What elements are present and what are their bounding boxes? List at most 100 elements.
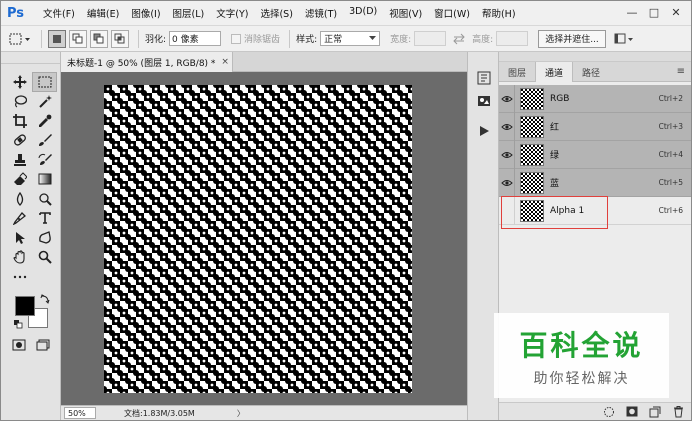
channel-shortcut: Ctrl+3: [658, 122, 683, 131]
watermark-subtitle: 助你轻松解决: [533, 370, 630, 387]
zoom-icon: [38, 250, 52, 264]
magic-wand-icon: [38, 95, 52, 108]
quick-mask-icon[interactable]: [12, 339, 26, 351]
more-tools[interactable]: [7, 267, 32, 287]
channel-row[interactable]: RGB Ctrl+2: [499, 84, 691, 113]
visibility-toggle[interactable]: [499, 84, 515, 113]
dodge-tool[interactable]: [32, 189, 57, 209]
clone-stamp-tool[interactable]: [7, 150, 32, 170]
swap-colors-icon[interactable]: [40, 294, 50, 304]
minimize-button[interactable]: —: [621, 3, 643, 21]
menu-item[interactable]: 3D(D): [343, 6, 383, 20]
marquee-preset-icon: [9, 33, 30, 44]
swap-dimensions-icon[interactable]: [452, 33, 466, 45]
delete-channel-button[interactable]: [671, 405, 685, 418]
crop-tool[interactable]: [7, 111, 32, 131]
dotted-circle-icon: [604, 406, 614, 417]
history-panel-button[interactable]: [474, 69, 494, 87]
channel-row[interactable]: 绿 Ctrl+4: [499, 140, 691, 169]
checker-pattern-image: [104, 85, 412, 393]
path-selection-tool[interactable]: [7, 228, 32, 248]
menu-item[interactable]: 滤镜(T): [299, 6, 343, 20]
ps-logo: Ps: [7, 5, 25, 21]
menu-item[interactable]: 帮助(H): [476, 6, 522, 20]
menu-item[interactable]: 视图(V): [383, 6, 428, 20]
visibility-toggle[interactable]: [499, 112, 515, 141]
menu-item[interactable]: 图像(I): [125, 6, 166, 20]
zoom-level-input[interactable]: 50%: [64, 407, 96, 419]
select-and-mask-button[interactable]: 选择并遮住...: [538, 29, 606, 48]
healing-brush-tool[interactable]: [7, 131, 32, 151]
save-selection-button[interactable]: [625, 406, 639, 418]
new-selection-button[interactable]: [48, 29, 66, 48]
blur-tool[interactable]: [7, 189, 32, 209]
eye-icon: [500, 179, 513, 186]
subtract-selection-button[interactable]: [90, 29, 108, 48]
lasso-tool[interactable]: [7, 92, 32, 112]
document-size-info[interactable]: 文档:1.83M/3.05M: [124, 408, 195, 419]
menu-item[interactable]: 编辑(E): [81, 6, 125, 20]
channel-row[interactable]: 蓝 Ctrl+5: [499, 168, 691, 197]
history-brush-tool[interactable]: [32, 150, 57, 170]
channel-thumbnail: [520, 115, 544, 138]
screen-mode-icon[interactable]: [36, 339, 52, 351]
actions-panel-button[interactable]: [474, 122, 494, 140]
toolbox-grip[interactable]: [1, 52, 60, 64]
custom-shape-tool[interactable]: [32, 228, 57, 248]
magic-wand-tool[interactable]: [32, 92, 57, 112]
workspace-switcher-icon[interactable]: [614, 32, 634, 46]
eraser-tool[interactable]: [7, 170, 32, 190]
load-selection-button[interactable]: [602, 406, 616, 418]
marquee-icon: [38, 76, 51, 88]
gradient-tool[interactable]: [32, 170, 57, 190]
width-input[interactable]: [414, 31, 447, 46]
move-tool[interactable]: [7, 72, 32, 92]
arrow-cursor-icon: [15, 231, 25, 244]
zoom-tool[interactable]: [32, 248, 57, 268]
close-icon[interactable]: ×: [221, 57, 229, 67]
channel-row[interactable]: Alpha 1 Ctrl+6: [499, 196, 691, 225]
maximize-button[interactable]: □: [643, 3, 665, 21]
brush-tool[interactable]: [32, 131, 57, 151]
menu-item[interactable]: 文件(F): [37, 6, 81, 20]
new-channel-button[interactable]: [648, 406, 662, 418]
canvas-area[interactable]: [61, 72, 467, 405]
menu-item[interactable]: 图层(L): [167, 6, 211, 20]
visibility-toggle[interactable]: [499, 196, 515, 225]
tool-preset-picker[interactable]: [5, 29, 35, 49]
default-colors-icon[interactable]: [14, 320, 24, 330]
tab-paths[interactable]: 路径: [573, 62, 609, 82]
close-window-button[interactable]: ✕: [665, 3, 687, 21]
document-tab[interactable]: 未标题-1 @ 50% (图层 1, RGB/8) * ×: [61, 52, 233, 72]
channel-shortcut: Ctrl+4: [658, 150, 683, 159]
menu-item[interactable]: 选择(S): [254, 6, 298, 20]
rectangular-marquee-tool[interactable]: [32, 72, 57, 92]
type-tool[interactable]: [32, 209, 57, 229]
status-menu-arrow[interactable]: 〉: [237, 408, 245, 419]
visibility-toggle[interactable]: [499, 140, 515, 169]
hand-tool[interactable]: [7, 248, 32, 268]
menu-item[interactable]: 窗口(W): [428, 6, 476, 20]
brush-icon: [38, 134, 52, 147]
panel-menu-icon[interactable]: ≡: [677, 66, 685, 77]
eyedropper-icon: [38, 114, 51, 127]
properties-panel-button[interactable]: [474, 92, 494, 110]
add-selection-button[interactable]: [69, 29, 87, 48]
height-input[interactable]: [496, 31, 529, 46]
panel-grip[interactable]: [499, 52, 691, 62]
channel-name: Alpha 1: [550, 205, 585, 216]
pen-tool[interactable]: [7, 209, 32, 229]
antialias-checkbox[interactable]: [231, 33, 242, 44]
document-canvas[interactable]: [104, 85, 412, 393]
tab-channels[interactable]: 通道: [535, 62, 574, 82]
feather-input[interactable]: 0 像素: [169, 31, 222, 46]
channel-row[interactable]: 红 Ctrl+3: [499, 112, 691, 141]
visibility-toggle[interactable]: [499, 168, 515, 197]
channel-shortcut: Ctrl+6: [658, 206, 683, 215]
eyedropper-tool[interactable]: [32, 111, 57, 131]
tab-layers[interactable]: 图层: [499, 62, 535, 82]
style-select[interactable]: 正常: [320, 31, 381, 46]
menu-item[interactable]: 文字(Y): [210, 6, 254, 20]
intersect-selection-button[interactable]: [111, 29, 129, 48]
foreground-color-swatch[interactable]: [15, 296, 35, 316]
